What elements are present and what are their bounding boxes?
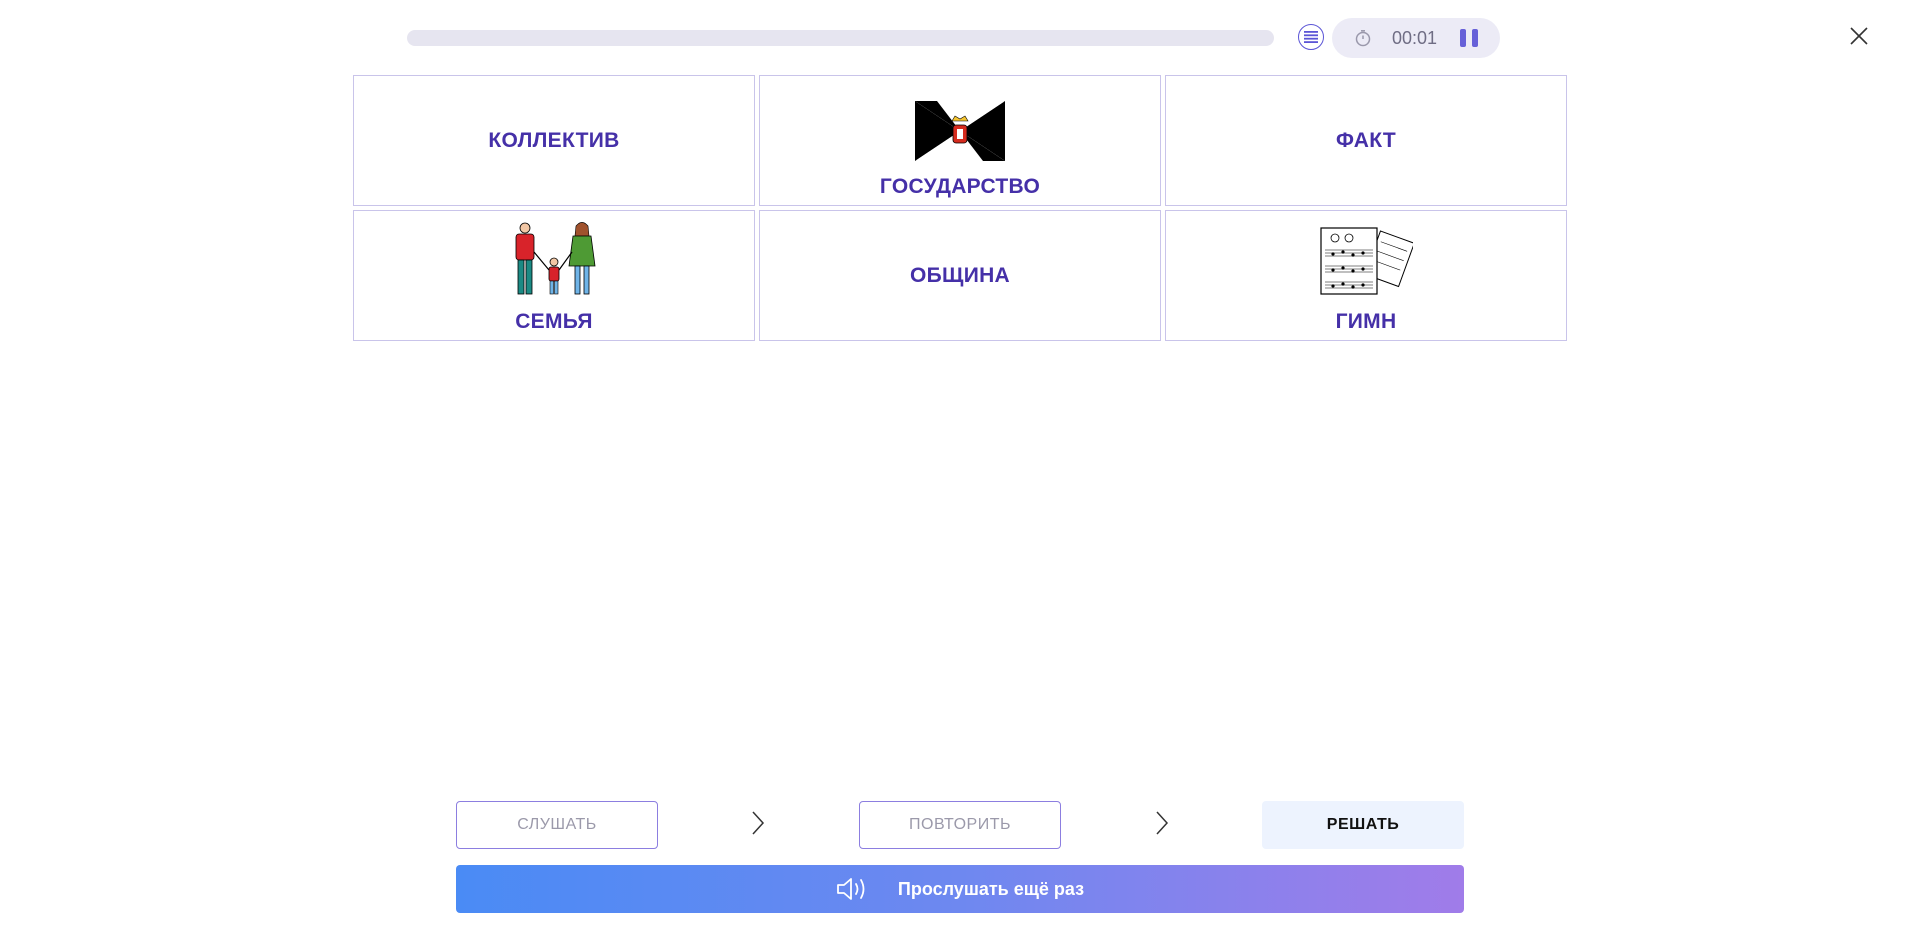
chevron-right-icon	[752, 811, 765, 835]
family-icon	[515, 222, 596, 295]
progress-bar	[407, 30, 1274, 46]
flag-icon	[915, 101, 1005, 161]
timer: 00:01	[1332, 18, 1500, 58]
stopwatch-icon	[1355, 30, 1371, 47]
sheet-music-icon	[1320, 227, 1413, 295]
card-label: ФАКТ	[1336, 128, 1396, 152]
word-card[interactable]: ФАКТ	[1165, 75, 1567, 206]
pause-button[interactable]	[1460, 29, 1478, 47]
word-card[interactable]: КОЛЛЕКТИВ	[353, 75, 755, 206]
timer-value: 00:01	[1392, 28, 1438, 48]
exercise-screen: 00:01 КОЛЛЕКТИВ ГОСУДАРСТВО ФАКТ СЕМЬЯ О…	[0, 0, 1920, 941]
word-card[interactable]: ГОСУДАРСТВО	[759, 75, 1161, 206]
card-label: ГИМН	[1335, 310, 1397, 333]
card-label: КОЛЛЕКТИВ	[488, 128, 620, 152]
task-list-button[interactable]	[1298, 24, 1324, 50]
pause-icon-bar	[1472, 29, 1478, 47]
list-icon	[1304, 31, 1318, 43]
pause-icon-bar	[1460, 29, 1466, 47]
word-card[interactable]: ГИМН	[1165, 210, 1567, 341]
listen-again-label: Прослушать ещё раз	[897, 878, 1085, 899]
close-icon[interactable]	[1848, 25, 1870, 47]
chevron-right-icon	[1156, 811, 1169, 835]
card-label: ОБЩИНА	[909, 263, 1011, 287]
word-card[interactable]: СЕМЬЯ	[353, 210, 755, 341]
word-grid: КОЛЛЕКТИВ ГОСУДАРСТВО ФАКТ СЕМЬЯ ОБЩИНА …	[353, 75, 1567, 341]
card-label: СЕМЬЯ	[515, 310, 593, 333]
word-card[interactable]: ОБЩИНА	[759, 210, 1161, 341]
listen-again-button[interactable]: Прослушать ещё раз	[456, 865, 1464, 913]
repeat-step-button[interactable]: ПОВТОРИТЬ	[859, 801, 1061, 849]
solve-step-button[interactable]: РЕШАТЬ	[1262, 801, 1464, 849]
card-label: ГОСУДАРСТВО	[879, 175, 1041, 198]
speaker-icon	[837, 878, 865, 900]
listen-step-button[interactable]: СЛУШАТЬ	[456, 801, 658, 849]
